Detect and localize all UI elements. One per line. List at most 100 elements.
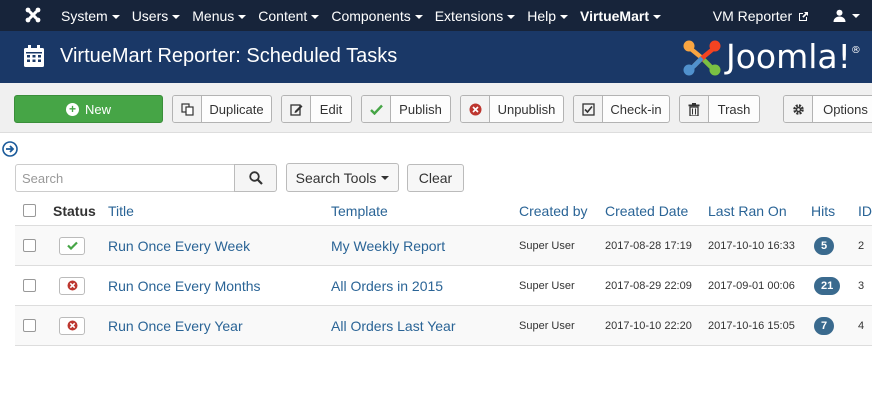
menu-virtuemart[interactable]: VirtueMart (580, 8, 661, 24)
menu-extensions-label: Extensions (434, 7, 504, 24)
hits-cell: 7 (814, 306, 835, 345)
template-link[interactable]: My Weekly Report (331, 226, 445, 265)
menu-users-label: Users (131, 7, 169, 24)
row-checkbox[interactable] (23, 239, 36, 252)
duplicate-button[interactable]: Duplicate (172, 95, 272, 123)
chevron-down-icon (311, 14, 320, 19)
row-checkbox-cell (23, 306, 36, 345)
row-checkbox[interactable] (23, 319, 36, 332)
chevron-down-icon (381, 175, 390, 180)
duplicate-button-label: Duplicate (209, 101, 264, 117)
unpublish-icon (67, 320, 77, 331)
menu-system[interactable]: System (61, 8, 120, 24)
column-template[interactable]: Template (331, 196, 388, 225)
column-created-by[interactable]: Created by (519, 196, 587, 225)
trash-icon (680, 96, 709, 122)
menu-components[interactable]: Components (331, 7, 423, 24)
menu-extensions[interactable]: Extensions (434, 7, 516, 24)
check-icon (66, 241, 78, 250)
column-last-ran-on[interactable]: Last Ran On (708, 196, 787, 225)
task-title-link[interactable]: Run Once Every Week (108, 226, 250, 265)
row-checkbox[interactable] (23, 279, 36, 292)
calendar-icon (24, 45, 44, 67)
last-ran-cell: 2017-10-16 15:05 (708, 319, 795, 332)
column-hits[interactable]: Hits (811, 196, 835, 225)
chevron-down-icon (852, 13, 860, 18)
created-by-cell: Super User (519, 319, 575, 332)
menu-content-label: Content (258, 7, 308, 24)
status-cell (59, 306, 85, 345)
task-title-link[interactable]: Run Once Every Year (108, 306, 243, 345)
new-button[interactable]: + New (14, 95, 163, 123)
chevron-down-icon (172, 14, 181, 19)
column-status[interactable]: Status (53, 196, 96, 225)
table-row: Run Once Every Year All Orders Last Year… (15, 306, 872, 346)
plus-circle-icon: + (65, 102, 79, 116)
column-id[interactable]: ID (858, 196, 872, 225)
unpublish-button[interactable]: Unpublish (460, 95, 564, 123)
published-toggle[interactable] (59, 236, 85, 255)
status-cell (59, 266, 85, 305)
task-title-link[interactable]: Run Once Every Months (108, 266, 261, 305)
publish-button[interactable]: Publish (361, 95, 451, 123)
chevron-down-icon (560, 14, 568, 19)
column-created-date[interactable]: Created Date (605, 196, 688, 225)
chevron-down-icon (652, 14, 661, 19)
top-navbar: System Users Menus Content Components Ex… (0, 0, 872, 31)
unpublished-toggle[interactable] (59, 276, 85, 295)
template-link[interactable]: All Orders in 2015 (331, 266, 443, 305)
gear-icon (784, 96, 813, 122)
hits-badge: 7 (814, 316, 835, 335)
menu-menus-label: Menus (192, 7, 235, 24)
created-date-cell: 2017-08-28 17:19 (605, 239, 692, 252)
checkin-button[interactable]: Check-in (573, 95, 670, 123)
new-button-label: New (84, 101, 111, 117)
user-icon (833, 9, 846, 22)
search-button[interactable] (234, 164, 277, 192)
trash-button-label: Trash (717, 101, 751, 117)
arrow-right-circle-icon[interactable] (2, 141, 18, 157)
id-cell: 3 (858, 279, 865, 292)
clear-button[interactable]: Clear (407, 164, 464, 192)
chevron-down-icon (238, 14, 247, 19)
menu-users[interactable]: Users (132, 8, 181, 24)
options-button[interactable]: Options (783, 95, 872, 123)
menu-content[interactable]: Content (258, 7, 320, 24)
joomla-brand-text: Joomla! (726, 37, 851, 76)
menu-help[interactable]: Help (527, 8, 568, 24)
template-link[interactable]: All Orders Last Year (331, 306, 456, 345)
select-all-checkbox[interactable] (23, 204, 36, 217)
select-all-cell (23, 196, 36, 225)
menu-help-label: Help (527, 7, 556, 24)
user-menu[interactable] (833, 9, 860, 22)
menu-virtuemart-label: VirtueMart (580, 7, 649, 24)
copy-icon (173, 96, 202, 122)
hits-badge: 5 (814, 236, 835, 255)
navbar-right: VM Reporter (713, 0, 872, 31)
menu-menus[interactable]: Menus (192, 7, 247, 24)
trash-button[interactable]: Trash (679, 95, 760, 123)
toolbar: + New Duplicate Edit Publish Unpublish C… (0, 83, 872, 133)
external-link-icon (799, 12, 808, 22)
tasks-table: Status Title Template Created by Created… (15, 196, 872, 346)
joomla-nav-icon[interactable] (24, 6, 42, 24)
status-cell (59, 226, 85, 265)
search-tools-button[interactable]: Search Tools (286, 163, 399, 192)
created-date-cell: 2017-08-29 22:09 (605, 279, 692, 292)
edit-button-label: Edit (319, 101, 343, 117)
site-link-label: VM Reporter (712, 7, 793, 24)
search-input[interactable] (15, 164, 235, 192)
menu-components-label: Components (331, 7, 411, 24)
hits-badge: 21 (814, 276, 841, 295)
column-title[interactable]: Title (108, 196, 134, 225)
edit-button[interactable]: Edit (281, 95, 352, 123)
unpublished-toggle[interactable] (59, 316, 85, 335)
table-row: Run Once Every Week My Weekly Report Sup… (15, 226, 872, 266)
table-header-row: Status Title Template Created by Created… (15, 196, 872, 226)
id-cell: 4 (858, 319, 865, 332)
registered-mark: ® (850, 45, 861, 56)
hits-cell: 21 (814, 266, 841, 305)
search-icon (248, 171, 263, 185)
chevron-down-icon (111, 14, 120, 19)
site-link[interactable]: VM Reporter (713, 8, 809, 24)
